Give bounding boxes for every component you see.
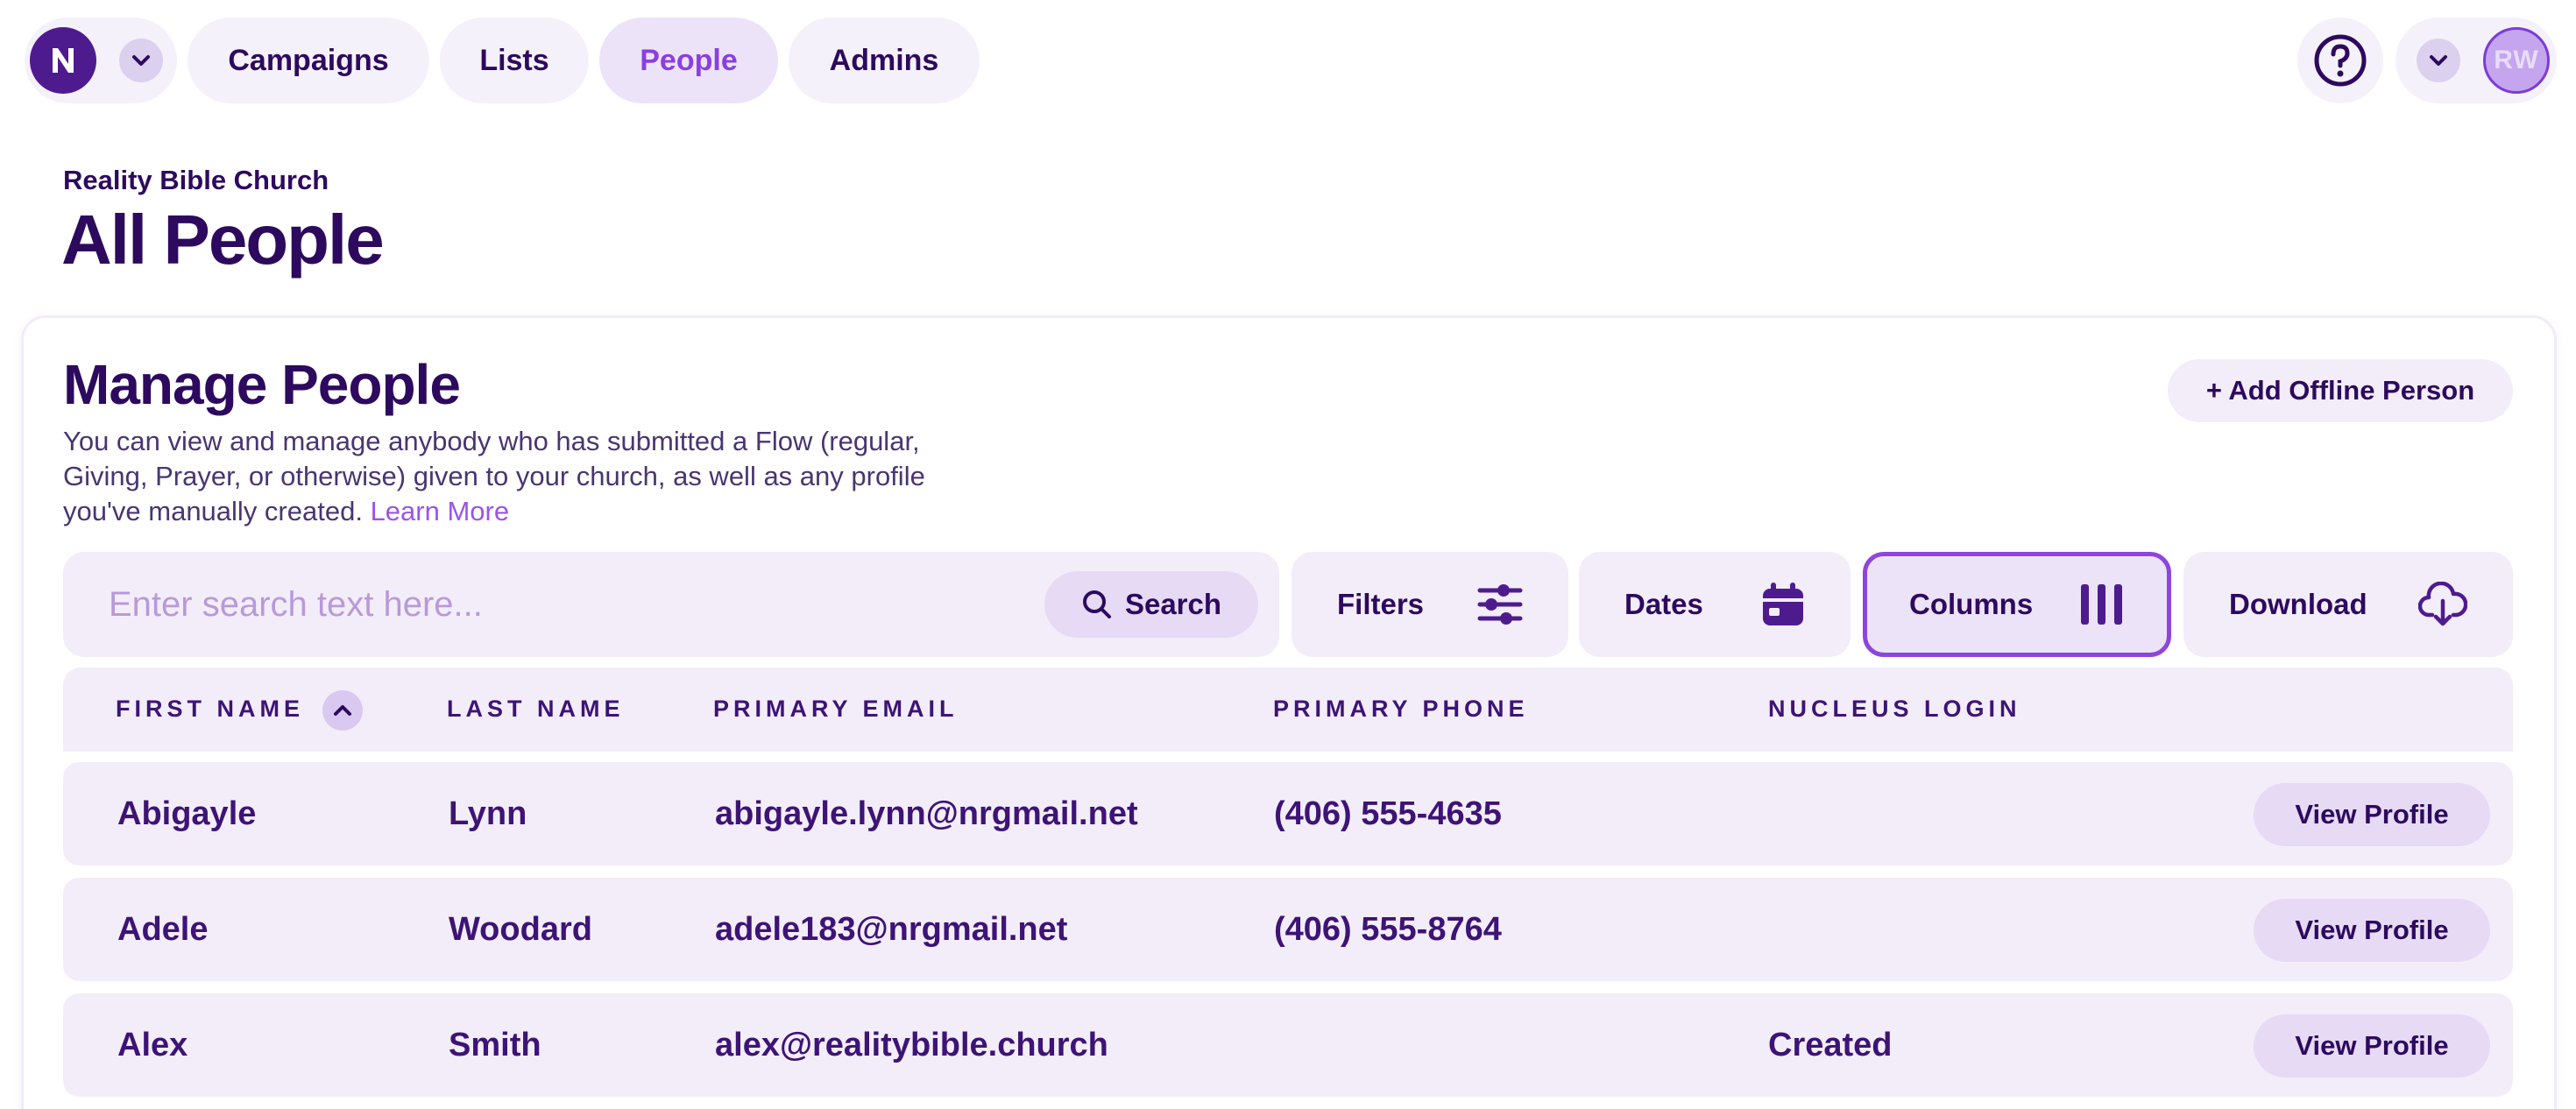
nav-tab-admins[interactable]: Admins <box>789 18 980 103</box>
sliders-icon <box>1477 584 1523 625</box>
top-navigation: Campaigns Lists People Admins <box>25 18 980 103</box>
nav-tab-people[interactable]: People <box>599 18 778 103</box>
user-area: RW <box>2297 18 2557 103</box>
help-button[interactable] <box>2297 18 2383 103</box>
section-title: Manage People <box>63 353 461 416</box>
page-title: All People <box>61 201 385 279</box>
search-box: Search <box>63 552 1279 657</box>
column-header-primary-phone[interactable]: PRIMARY PHONE <box>1273 696 1529 723</box>
view-profile-button[interactable]: View Profile <box>2254 1014 2490 1077</box>
org-name: Reality Bible Church <box>63 165 329 195</box>
download-label: Download <box>2229 588 2367 620</box>
search-input[interactable] <box>109 578 985 631</box>
nav-tab-lists[interactable]: Lists <box>440 18 589 103</box>
chevron-down-icon[interactable] <box>119 39 163 82</box>
cell-phone: (406) 555-4635 <box>1274 795 1502 832</box>
cell-email: alex@realitybible.church <box>715 1027 1108 1063</box>
cell-phone: (406) 555-8764 <box>1274 911 1502 948</box>
filters-label: Filters <box>1337 588 1425 620</box>
table-row: Abigayle Lynn abigayle.lynn@nrgmail.net … <box>63 762 2513 865</box>
cell-last-name: Smith <box>449 1027 541 1063</box>
nav-tab-campaigns[interactable]: Campaigns <box>188 18 429 103</box>
column-header-primary-email[interactable]: PRIMARY EMAIL <box>713 696 959 723</box>
cell-first-name: Adele <box>117 911 209 948</box>
columns-label: Columns <box>1909 588 2034 620</box>
cell-login: Created <box>1768 1027 1893 1063</box>
avatar[interactable]: RW <box>2483 27 2550 94</box>
search-icon <box>1082 590 1111 618</box>
dates-label: Dates <box>1624 588 1703 620</box>
search-button[interactable]: Search <box>1044 571 1258 638</box>
column-header-first-name[interactable]: FIRST NAME <box>116 696 304 723</box>
columns-button[interactable]: Columns <box>1863 552 2171 657</box>
column-header-nucleus-login[interactable]: NUCLEUS LOGIN <box>1768 696 2021 723</box>
org-switcher[interactable] <box>25 18 177 103</box>
download-button[interactable]: Download <box>2183 552 2513 657</box>
cell-first-name: Abigayle <box>117 795 257 832</box>
columns-icon <box>2081 584 2122 625</box>
chevron-down-icon[interactable] <box>2417 39 2460 82</box>
dates-button[interactable]: Dates <box>1579 552 1851 657</box>
question-mark-icon <box>2314 34 2367 87</box>
add-offline-person-button[interactable]: + Add Offline Person <box>2168 359 2513 422</box>
table-row: Adele Woodard adele183@nrgmail.net (406)… <box>63 878 2513 981</box>
view-profile-button[interactable]: View Profile <box>2254 783 2490 846</box>
chevron-up-icon <box>334 705 351 716</box>
calendar-icon <box>1763 583 1803 625</box>
section-description: You can view and manage anybody who has … <box>63 424 939 529</box>
table-header: FIRST NAME LAST NAME PRIMARY EMAIL PRIMA… <box>63 668 2513 752</box>
cell-last-name: Woodard <box>449 911 592 948</box>
cell-last-name: Lynn <box>449 795 527 832</box>
cell-email: adele183@nrgmail.net <box>715 911 1068 948</box>
column-header-last-name[interactable]: LAST NAME <box>447 696 625 723</box>
cell-email: abigayle.lynn@nrgmail.net <box>715 795 1138 832</box>
cloud-download-icon <box>2418 582 2467 626</box>
nucleus-logo-icon <box>30 27 96 94</box>
view-profile-button[interactable]: View Profile <box>2254 899 2490 962</box>
search-button-label: Search <box>1124 588 1222 620</box>
learn-more-link[interactable]: Learn More <box>371 496 510 526</box>
table-row: Alex Smith alex@realitybible.church Crea… <box>63 993 2513 1097</box>
filters-button[interactable]: Filters <box>1292 552 1568 657</box>
user-menu[interactable]: RW <box>2396 18 2557 103</box>
cell-first-name: Alex <box>117 1027 188 1063</box>
sort-ascending-button[interactable] <box>322 690 363 731</box>
